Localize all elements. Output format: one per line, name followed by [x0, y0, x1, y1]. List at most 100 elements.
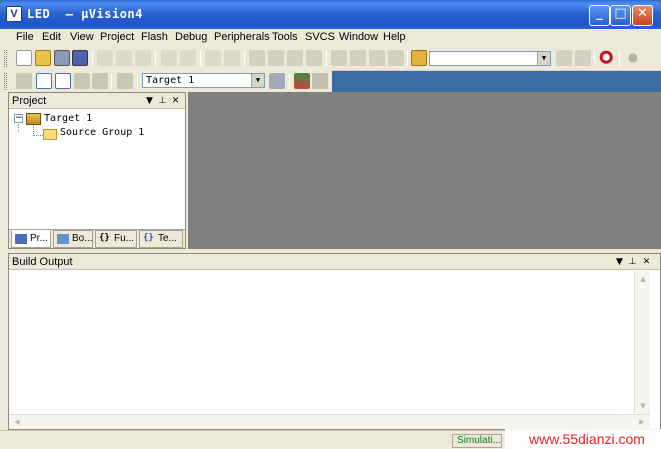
- target-select[interactable]: Target 1 ▼: [142, 73, 265, 88]
- vertical-scrollbar[interactable]: ▲ ▼: [634, 271, 650, 414]
- toolbar-separator: [137, 74, 138, 89]
- target-options-icon[interactable]: [269, 73, 285, 89]
- menu-bar: File Edit View Project Flash Debug Perip…: [0, 29, 661, 47]
- open-folder-icon[interactable]: [35, 50, 51, 66]
- translate-icon[interactable]: [16, 73, 32, 89]
- paste-icon[interactable]: [135, 50, 151, 66]
- unindent-icon[interactable]: [350, 50, 366, 66]
- splitter-vertical[interactable]: [186, 92, 188, 249]
- redo-icon[interactable]: [180, 50, 196, 66]
- scroll-left-icon[interactable]: ◀: [10, 415, 24, 429]
- select-packs-icon[interactable]: [312, 73, 328, 89]
- toolbar-separator: [111, 74, 112, 89]
- folder-icon: [43, 129, 57, 140]
- bookmark-icon[interactable]: [249, 50, 265, 66]
- save-all-icon[interactable]: [72, 50, 88, 66]
- braces-icon: {}: [99, 233, 110, 243]
- comment-icon[interactable]: [369, 50, 385, 66]
- copy-icon[interactable]: [116, 50, 132, 66]
- find-icon[interactable]: [556, 50, 572, 66]
- horizontal-scrollbar[interactable]: ◀ ▶: [9, 414, 650, 429]
- find-combo[interactable]: ▼: [429, 51, 551, 66]
- menu-svcs[interactable]: SVCS: [305, 31, 335, 45]
- project-icon: [15, 234, 27, 244]
- toolbar-separator: [92, 51, 93, 66]
- left-frame: [0, 92, 8, 430]
- tree-line: [33, 135, 43, 136]
- nav-forward-icon[interactable]: [224, 50, 240, 66]
- debug-session-icon[interactable]: [599, 50, 615, 66]
- menu-file[interactable]: File: [16, 31, 34, 45]
- tree-line: [18, 124, 19, 132]
- manage-components-icon[interactable]: [294, 73, 310, 89]
- new-file-icon[interactable]: [16, 50, 32, 66]
- panel-close-icon[interactable]: ✕: [170, 93, 181, 109]
- panel-menu-icon[interactable]: ▼: [144, 93, 155, 109]
- menu-project[interactable]: Project: [100, 31, 134, 45]
- toolbar-grip[interactable]: [4, 73, 7, 90]
- nav-back-icon[interactable]: [205, 50, 221, 66]
- panel-close-icon[interactable]: ✕: [641, 254, 652, 270]
- menu-window[interactable]: Window: [339, 31, 378, 45]
- menu-tools[interactable]: Tools: [272, 31, 298, 45]
- undo-icon[interactable]: [161, 50, 177, 66]
- build-output-panel: Build Output ▼ ⊥ ✕ ▲ ▼ ◀ ▶: [8, 253, 661, 430]
- collapse-icon[interactable]: −: [14, 114, 23, 123]
- toolbar-separator: [407, 51, 408, 66]
- batch-build-icon[interactable]: [74, 73, 90, 89]
- find-in-files-icon[interactable]: [411, 50, 427, 66]
- status-mode: Simulati...: [452, 434, 502, 448]
- project-panel-header: Project ▼ ⊥ ✕: [9, 93, 185, 109]
- tree-node-target[interactable]: Target 1: [44, 113, 93, 124]
- menu-help[interactable]: Help: [383, 31, 406, 45]
- build-icon[interactable]: [36, 73, 52, 89]
- tab-templates[interactable]: {} Te...: [139, 230, 183, 248]
- tab-books[interactable]: Bo...: [53, 230, 93, 248]
- pin-icon[interactable]: ⊥: [627, 254, 638, 270]
- editor-workspace[interactable]: [188, 92, 661, 249]
- minimize-button[interactable]: _: [589, 5, 610, 26]
- menu-edit[interactable]: Edit: [42, 31, 61, 45]
- window-title: LED – μVision4: [27, 7, 143, 21]
- download-icon[interactable]: [117, 73, 133, 89]
- menu-debug[interactable]: Debug: [175, 31, 207, 45]
- tab-project[interactable]: Pr...: [11, 230, 51, 248]
- watermark-text: www.55dianzi.com: [505, 429, 661, 449]
- title-bar: V LED – μVision4 _ □ ✕: [0, 0, 661, 29]
- cut-icon[interactable]: [97, 50, 113, 66]
- project-panel-tabs: Pr... Bo... {} Fu... {} Te...: [9, 229, 185, 248]
- save-icon[interactable]: [54, 50, 70, 66]
- toolbar-separator: [326, 51, 327, 66]
- stop-build-icon[interactable]: [92, 73, 108, 89]
- pin-icon[interactable]: ⊥: [157, 93, 168, 109]
- toolbar-separator: [594, 51, 595, 66]
- maximize-button[interactable]: □: [610, 5, 631, 26]
- rebuild-icon[interactable]: [55, 73, 71, 89]
- menu-flash[interactable]: Flash: [141, 31, 168, 45]
- toolbar-grip[interactable]: [4, 50, 7, 67]
- scroll-up-icon[interactable]: ▲: [636, 272, 650, 286]
- bookmark-next-icon[interactable]: [287, 50, 303, 66]
- bookmark-prev-icon[interactable]: [268, 50, 284, 66]
- breakpoint-icon[interactable]: [625, 50, 641, 66]
- app-logo-icon: V: [6, 6, 22, 22]
- build-output-text[interactable]: [9, 271, 634, 414]
- chevron-down-icon[interactable]: ▼: [537, 52, 550, 65]
- bookmark-clear-icon[interactable]: [306, 50, 322, 66]
- project-panel-title: Project: [12, 95, 47, 107]
- panel-menu-icon[interactable]: ▼: [614, 254, 625, 270]
- menu-peripherals[interactable]: Peripherals: [214, 31, 270, 45]
- scroll-down-icon[interactable]: ▼: [636, 399, 650, 413]
- indent-icon[interactable]: [331, 50, 347, 66]
- incremental-find-icon[interactable]: [575, 50, 591, 66]
- target-select-value: Target 1: [146, 75, 195, 86]
- toolbar-separator: [289, 74, 290, 89]
- uncomment-icon[interactable]: [388, 50, 404, 66]
- chevron-down-icon[interactable]: ▼: [251, 74, 264, 87]
- tab-functions[interactable]: {} Fu...: [95, 230, 137, 248]
- scroll-right-icon[interactable]: ▶: [635, 415, 649, 429]
- menu-view[interactable]: View: [70, 31, 94, 45]
- tree-node-source-group[interactable]: Source Group 1: [60, 127, 144, 138]
- build-output-header: Build Output ▼ ⊥ ✕: [9, 254, 660, 270]
- close-button[interactable]: ✕: [632, 5, 653, 26]
